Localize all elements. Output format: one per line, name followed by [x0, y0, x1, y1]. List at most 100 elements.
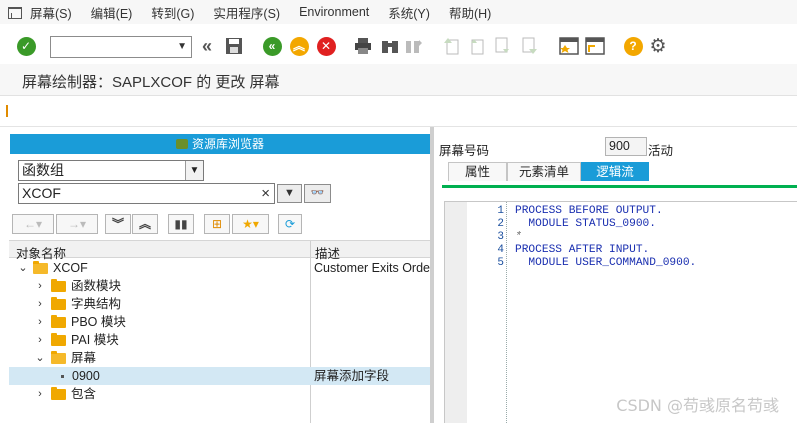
- leaf-bullet: [61, 375, 64, 378]
- command-field[interactable]: ▼: [50, 36, 192, 58]
- find-icon[interactable]: [380, 36, 400, 56]
- code-line: MODULE STATUS_0900.: [515, 218, 656, 230]
- folder-icon: [51, 387, 66, 400]
- tree-node-desc: 屏幕添加字段: [314, 369, 390, 383]
- folder-icon: [51, 315, 66, 328]
- tree-node-label: 字典结构: [71, 297, 122, 311]
- tree-node-function-modules[interactable]: › 函数模块: [9, 277, 430, 295]
- line-number: 1: [497, 205, 504, 217]
- tab-flow-logic[interactable]: 逻辑流: [581, 162, 649, 181]
- menu-system[interactable]: 系统(Y): [388, 3, 430, 22]
- line-number: 3: [497, 231, 504, 243]
- menu-screen[interactable]: 屏幕(S): [30, 3, 72, 22]
- exit-icon[interactable]: ︽: [289, 36, 309, 56]
- code-line: PROCESS BEFORE OUTPUT.: [515, 205, 663, 217]
- chevron-down-icon[interactable]: ⌄: [18, 259, 28, 277]
- tab-element-list[interactable]: 元素清单: [507, 162, 581, 181]
- dropdown-button[interactable]: ▼: [277, 184, 302, 203]
- expand-all-icon[interactable]: ︽: [132, 214, 158, 234]
- chevron-right-icon[interactable]: ›: [35, 331, 45, 349]
- tree-node-label: 函数模块: [71, 279, 122, 293]
- tree-node-xcof[interactable]: ⌄ XCOF Customer Exits Order: [9, 259, 434, 277]
- next-page-icon[interactable]: [493, 36, 513, 56]
- chevron-right-icon[interactable]: ›: [35, 277, 45, 295]
- help-icon[interactable]: ?: [623, 36, 643, 56]
- folder-open-icon: [51, 351, 66, 364]
- tree-node-includes[interactable]: › 包含: [9, 385, 430, 403]
- chevron-down-icon[interactable]: ▼: [185, 161, 203, 180]
- find-binoculars-icon[interactable]: ▮▮: [168, 214, 194, 234]
- code-line: PROCESS AFTER INPUT.: [515, 244, 650, 256]
- folder-icon: [51, 279, 66, 292]
- shortcut-icon[interactable]: [585, 36, 605, 56]
- application-toolbar: [0, 97, 797, 127]
- double-chevron-left-icon[interactable]: «: [197, 36, 217, 56]
- forward-arrow-icon[interactable]: →▾: [56, 214, 98, 234]
- enter-check-icon[interactable]: ✓: [16, 36, 36, 56]
- clear-icon[interactable]: ×: [261, 184, 270, 203]
- previous-page-icon[interactable]: [466, 36, 486, 56]
- settings-gear-icon[interactable]: ⚙: [648, 36, 668, 57]
- save-icon[interactable]: [224, 36, 244, 56]
- toolbar-marker: [6, 105, 8, 117]
- cancel-icon[interactable]: ✕: [316, 36, 336, 56]
- menu-bar: 屏幕(S) 编辑(E) 转到(G) 实用程序(S) Environment 系统…: [0, 0, 797, 24]
- line-number: 4: [497, 244, 504, 256]
- tree-node-label: PBO 模块: [71, 315, 126, 329]
- repository-browser: 资源库浏览器 函数组 ▼ XCOF × ▼ 👓 ←▾ →▾ ︾ ︽ ▮▮ ⊞ ★…: [9, 134, 434, 423]
- standard-toolbar: ✓ ▼ « « ︽ ✕ ? ⚙: [0, 24, 797, 64]
- tab-attributes[interactable]: 属性: [448, 162, 507, 181]
- folder-open-icon: [33, 261, 48, 274]
- display-glasses-icon[interactable]: 👓: [304, 184, 331, 203]
- folder-icon: [51, 297, 66, 310]
- tree-header: 对象名称 描述: [9, 240, 430, 261]
- tree-node-screen-0900[interactable]: 0900 屏幕添加字段: [9, 367, 430, 385]
- column-separator: [310, 241, 311, 259]
- hierarchy-icon[interactable]: ⊞: [204, 214, 230, 234]
- new-session-icon[interactable]: [559, 36, 579, 56]
- back-icon[interactable]: «: [262, 36, 282, 56]
- first-page-icon[interactable]: [441, 36, 461, 56]
- screen-status: 活动: [648, 144, 674, 158]
- tree-node-label: 屏幕: [71, 351, 97, 365]
- menu-environment[interactable]: Environment: [299, 5, 369, 19]
- tree-node-pbo-modules[interactable]: › PBO 模块: [9, 313, 430, 331]
- tree-node-screens[interactable]: ⌄ 屏幕: [9, 349, 430, 367]
- last-page-icon[interactable]: [520, 36, 540, 56]
- favorites-star-icon[interactable]: ★▾: [232, 214, 269, 234]
- menu-utilities[interactable]: 实用程序(S): [213, 3, 280, 22]
- chevron-right-icon[interactable]: ›: [35, 385, 45, 403]
- menu-help[interactable]: 帮助(H): [449, 3, 491, 22]
- app-menu-icon[interactable]: [8, 6, 22, 19]
- menu-edit[interactable]: 编辑(E): [91, 3, 133, 22]
- tree-node-dictionary-structures[interactable]: › 字典结构: [9, 295, 430, 313]
- screen-editor-pane: 屏幕号码 900 活动 属性 元素清单 逻辑流 1 2 3 4 5 PROCES…: [434, 127, 797, 423]
- back-arrow-icon[interactable]: ←▾: [12, 214, 54, 234]
- chevron-right-icon[interactable]: ›: [35, 313, 45, 331]
- title-bar: 屏幕绘制器：SAPLXCOF 的 更改 屏幕: [0, 64, 797, 96]
- chevron-down-icon[interactable]: ⌄: [35, 349, 45, 367]
- refresh-icon[interactable]: ⟳: [278, 214, 302, 234]
- folder-icon: [51, 333, 66, 346]
- tree-node-label: XCOF: [53, 261, 88, 275]
- menu-goto[interactable]: 转到(G): [151, 3, 194, 22]
- code-line: *: [515, 231, 522, 243]
- line-number: 2: [497, 218, 504, 230]
- collapse-all-icon[interactable]: ︾: [105, 214, 131, 234]
- flow-logic-editor[interactable]: 1 2 3 4 5 PROCESS BEFORE OUTPUT. MODULE …: [444, 201, 797, 423]
- repository-browser-icon: [175, 139, 188, 149]
- object-name-input[interactable]: XCOF ×: [18, 183, 275, 204]
- line-numbers: 1 2 3 4 5: [467, 202, 507, 423]
- page-title: 屏幕绘制器：SAPLXCOF 的 更改 屏幕: [22, 74, 280, 91]
- object-type-select[interactable]: 函数组 ▼: [18, 160, 204, 181]
- tree-node-desc: Customer Exits Order: [314, 261, 435, 275]
- chevron-down-icon[interactable]: ▼: [177, 41, 187, 52]
- find-next-icon[interactable]: [404, 36, 424, 56]
- watermark: CSDN @苟彧原名苟彧: [616, 396, 779, 415]
- code-line: MODULE USER_COMMAND_0900.: [515, 257, 697, 269]
- repository-browser-header: 资源库浏览器: [10, 134, 430, 154]
- tree-node-pai-modules[interactable]: › PAI 模块: [9, 331, 430, 349]
- print-icon[interactable]: [353, 36, 373, 56]
- tree-node-label: 0900: [72, 369, 100, 383]
- chevron-right-icon[interactable]: ›: [35, 295, 45, 313]
